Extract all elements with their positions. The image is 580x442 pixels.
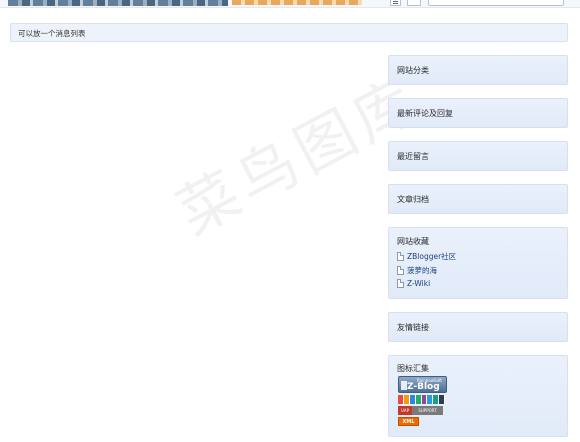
zblog-badge[interactable]: RainbowSoft Z-Blog <box>398 376 447 393</box>
panel-title-archives: 文章归档 <box>397 195 429 204</box>
bookmark-label[interactable]: Z-Wiki <box>407 279 430 288</box>
support-badge-right: SUPPORT <box>412 406 443 415</box>
site-title-banner <box>8 0 228 6</box>
panel-bookmarks: 网站收藏 ZBlogger社区 菠萝的海 Z-Wiki <box>388 227 568 299</box>
bookmark-list: ZBlogger社区 菠萝的海 Z-Wiki <box>397 250 456 291</box>
support-badge[interactable]: UAP SUPPORT <box>398 406 443 415</box>
document-icon <box>397 252 404 262</box>
zblog-badge-text: Z-Blog <box>407 382 440 392</box>
panel-site-categories: 网站分类 <box>388 55 568 85</box>
panel-archives: 文章归档 <box>388 184 568 214</box>
panel-title-latest-comments: 最新评论及回复 <box>397 109 453 118</box>
badge-list: RainbowSoft Z-Blog UAP SUPPORT XML <box>398 376 447 426</box>
menu-icon[interactable] <box>390 0 401 6</box>
site-header <box>0 0 580 8</box>
panel-recent-messages: 最近留言 <box>388 141 568 171</box>
bookmark-label[interactable]: 菠萝的海 <box>407 265 437 276</box>
bookmark-item-zwiki[interactable]: Z-Wiki <box>397 277 456 291</box>
notice-bar: 可以放一个消息列表 <box>10 23 568 42</box>
color-badge[interactable] <box>398 395 445 404</box>
search-input[interactable] <box>428 0 564 6</box>
panel-latest-comments: 最新评论及回复 <box>388 98 568 128</box>
document-icon <box>397 265 404 275</box>
notice-text: 可以放一个消息列表 <box>18 29 86 38</box>
document-icon <box>397 279 404 289</box>
panel-badges: 图标汇集 RainbowSoft Z-Blog UAP SUPPORT XML <box>388 355 568 437</box>
site-subtitle-banner <box>232 0 362 5</box>
panel-title-bookmarks: 网站收藏 <box>397 237 429 246</box>
language-button[interactable] <box>407 0 421 6</box>
panel-title-friend-links: 友情链接 <box>397 323 429 332</box>
xml-feed-badge[interactable]: XML <box>398 417 419 426</box>
bookmark-item-boluo[interactable]: 菠萝的海 <box>397 264 456 278</box>
panel-title-recent-messages: 最近留言 <box>397 152 429 161</box>
panel-title-badges: 图标汇集 <box>397 364 429 373</box>
panel-friend-links: 友情链接 <box>388 312 568 342</box>
panel-title-site-categories: 网站分类 <box>397 66 429 75</box>
bookmark-label[interactable]: ZBlogger社区 <box>407 251 456 262</box>
bookmark-item-zblogger[interactable]: ZBlogger社区 <box>397 250 456 264</box>
support-badge-left: UAP <box>398 406 412 415</box>
